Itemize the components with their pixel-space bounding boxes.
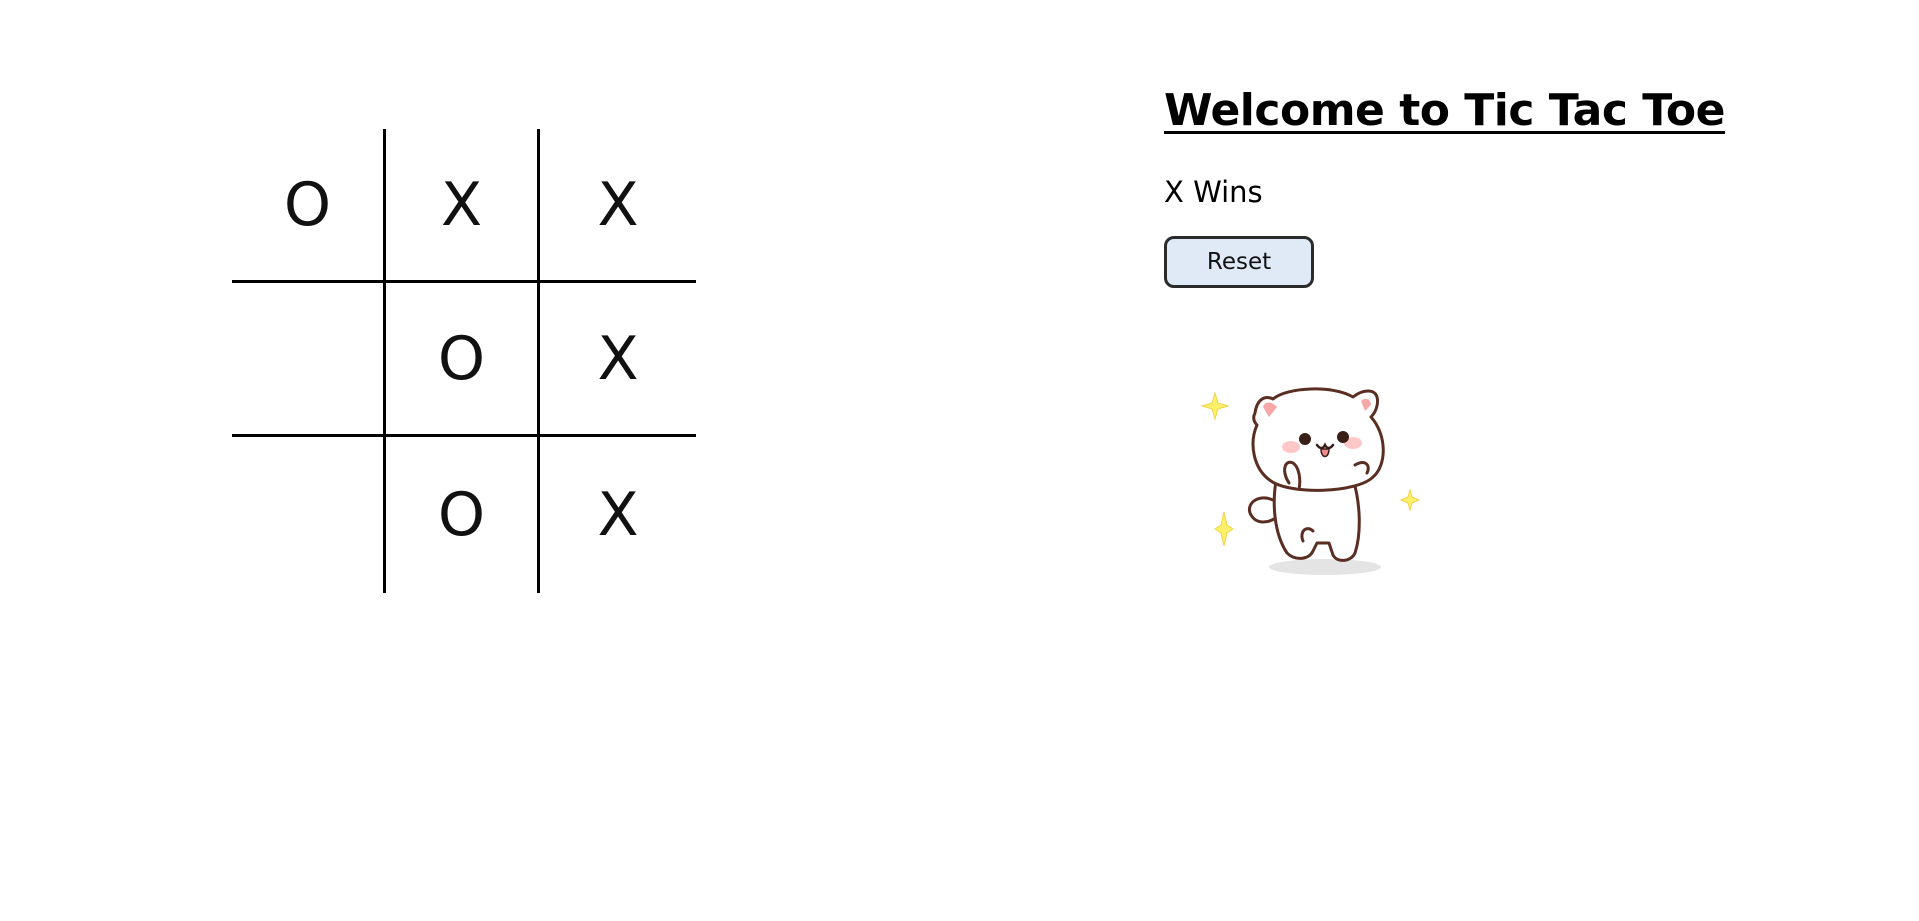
page-title: Welcome to Tic Tac Toe	[1164, 85, 1725, 136]
board-cell-0-1[interactable]: X	[386, 129, 540, 283]
sticker-shadow	[1269, 559, 1381, 575]
board-cell-0-2[interactable]: X	[540, 129, 696, 283]
board-cell-0-0[interactable]: O	[232, 129, 386, 283]
reset-button[interactable]: Reset	[1164, 236, 1314, 288]
sparkle-icon	[1214, 511, 1234, 547]
happy-cat-sticker-icon	[1200, 387, 1421, 575]
game-board: O X X O X O X	[232, 129, 696, 593]
page: O X X O X O X Welcome to Tic Tac Toe X W…	[0, 0, 1919, 921]
cat-eye-right	[1337, 431, 1349, 443]
board-cell-1-2[interactable]: X	[540, 283, 696, 437]
info-panel: Welcome to Tic Tac Toe X Wins Reset	[1164, 80, 1864, 288]
sparkle-icon	[1200, 391, 1230, 421]
board-cell-1-1[interactable]: O	[386, 283, 540, 437]
cat-blush-left	[1282, 441, 1300, 453]
sparkle-icon	[1399, 488, 1421, 512]
cat-tongue	[1320, 448, 1330, 458]
cat-eye-left	[1299, 433, 1311, 445]
board-cell-2-1[interactable]: O	[386, 437, 540, 593]
game-status: X Wins	[1164, 175, 1263, 209]
board-cell-2-0[interactable]	[232, 437, 386, 593]
board-cell-2-2[interactable]: X	[540, 437, 696, 593]
board-cell-1-0[interactable]	[232, 283, 386, 437]
